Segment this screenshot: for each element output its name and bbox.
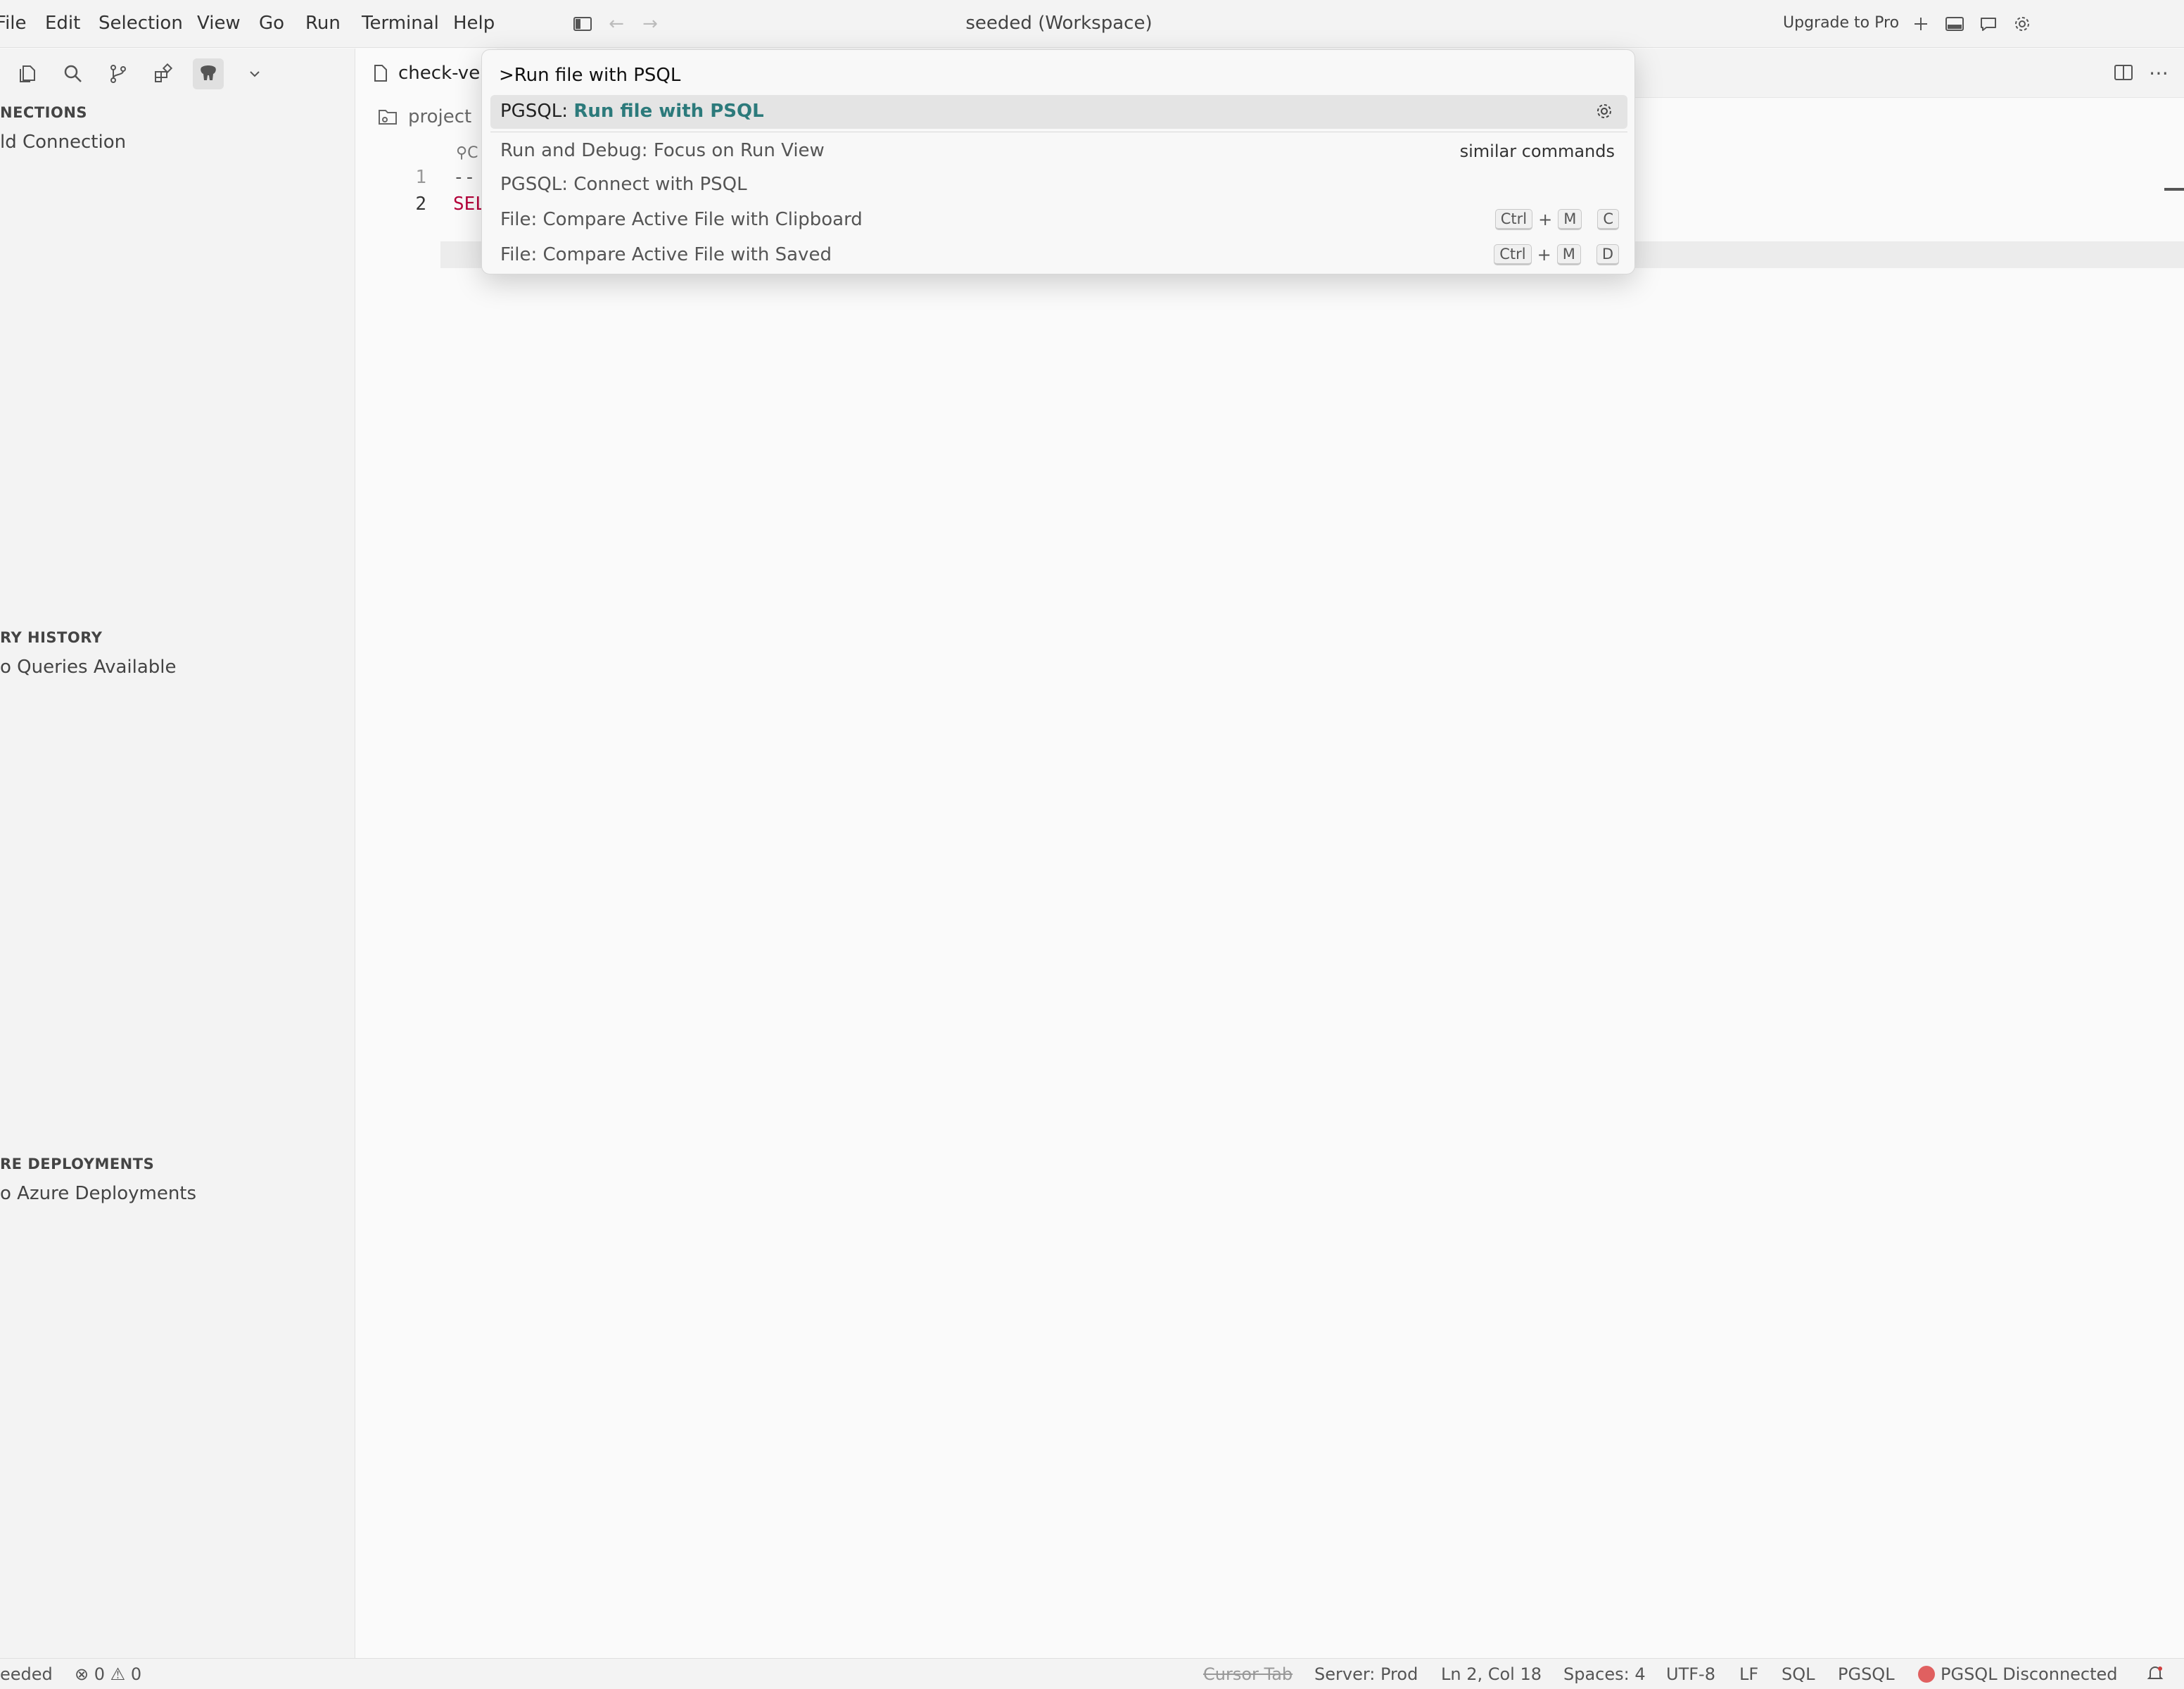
tab-label: check-ve bbox=[398, 63, 481, 84]
activity-bar bbox=[0, 49, 355, 99]
no-queries-message: o Queries Available bbox=[0, 657, 177, 678]
keybinding: Ctrl + M D bbox=[1494, 244, 1619, 265]
breadcrumb: project bbox=[377, 106, 471, 127]
source-control-icon[interactable] bbox=[103, 58, 134, 89]
search-icon[interactable] bbox=[58, 58, 89, 89]
upgrade-button[interactable]: Upgrade to Pro bbox=[1783, 14, 1899, 32]
no-azure-deployments-message: o Azure Deployments bbox=[0, 1183, 197, 1204]
editor-area: check-ve ⋯ project ⚲C 1 -- 2 SEL bbox=[356, 49, 2184, 1658]
add-connection-link[interactable]: ld Connection bbox=[0, 132, 126, 153]
editor-tab[interactable]: check-ve bbox=[356, 49, 497, 98]
settings-gear-icon[interactable] bbox=[2011, 13, 2033, 35]
azure-deployments-section-header[interactable]: RE DEPLOYMENTS bbox=[0, 1156, 154, 1172]
status-cursor-tab[interactable]: Cursor Tab bbox=[1203, 1664, 1293, 1684]
status-language[interactable]: SQL bbox=[1782, 1664, 1815, 1684]
warning-icon: ⚠ bbox=[110, 1664, 126, 1684]
folder-settings-icon bbox=[379, 110, 397, 125]
status-pgsql[interactable]: PGSQL bbox=[1838, 1664, 1895, 1684]
line-number: 2 bbox=[415, 194, 426, 215]
keybinding: Ctrl + M C bbox=[1494, 209, 1619, 230]
file-icon bbox=[374, 65, 387, 82]
status-server[interactable]: Server: Prod bbox=[1314, 1664, 1418, 1684]
palette-item-connect-psql[interactable]: PGSQL: Connect with PSQL bbox=[490, 168, 1627, 202]
similar-commands-label: similar commands bbox=[1459, 141, 1615, 161]
status-connection[interactable]: PGSQL Disconnected bbox=[1918, 1664, 2118, 1684]
status-encoding[interactable]: UTF-8 bbox=[1666, 1664, 1715, 1684]
explorer-icon[interactable] bbox=[13, 58, 44, 89]
chevron-down-icon[interactable] bbox=[239, 58, 270, 89]
disconnected-dot-icon bbox=[1918, 1666, 1935, 1683]
palette-item-compare-saved[interactable]: File: Compare Active File with Saved Ctr… bbox=[490, 239, 1627, 272]
configure-gear-icon[interactable] bbox=[1595, 102, 1613, 125]
sidebar: NECTIONS ld Connection RY HISTORY o Quer… bbox=[0, 49, 355, 1658]
extensions-icon[interactable] bbox=[148, 58, 179, 89]
status-cursor-position[interactable]: Ln 2, Col 18 bbox=[1441, 1664, 1542, 1684]
more-actions-icon[interactable]: ⋯ bbox=[2147, 61, 2170, 84]
codelens[interactable]: ⚲C bbox=[456, 144, 478, 162]
error-icon: ⊗ bbox=[75, 1664, 89, 1684]
command-palette-input[interactable] bbox=[492, 57, 1626, 94]
palette-item-run-debug-focus[interactable]: Run and Debug: Focus on Run View similar… bbox=[490, 134, 1627, 168]
title-bar: File Edit Selection View Go Run Terminal… bbox=[0, 0, 2184, 48]
palette-item-run-file-psql[interactable]: PGSQL: Run file with PSQL bbox=[490, 95, 1627, 129]
palette-item-compare-clipboard[interactable]: File: Compare Active File with Clipboard… bbox=[490, 203, 1627, 237]
plug-icon: ⚲ bbox=[456, 144, 468, 162]
line-number: 1 bbox=[415, 167, 426, 188]
status-eol[interactable]: LF bbox=[1739, 1664, 1758, 1684]
status-problems[interactable]: ⊗ 0 ⚠ 0 bbox=[75, 1664, 141, 1684]
postgres-elephant-icon[interactable] bbox=[193, 58, 224, 89]
status-workspace[interactable]: eeded bbox=[0, 1664, 53, 1684]
query-history-section-header[interactable]: RY HISTORY bbox=[0, 629, 102, 646]
connections-section-header[interactable]: NECTIONS bbox=[0, 104, 87, 121]
split-editor-icon[interactable] bbox=[2112, 61, 2135, 84]
minimap-marker bbox=[2164, 188, 2184, 191]
status-indentation[interactable]: Spaces: 4 bbox=[1563, 1664, 1646, 1684]
code-line[interactable]: -- bbox=[453, 167, 475, 188]
breadcrumb-project[interactable]: project bbox=[408, 106, 471, 127]
notifications-bell-icon[interactable] bbox=[2146, 1664, 2164, 1687]
plus-icon[interactable] bbox=[1910, 13, 1932, 35]
status-bar: eeded ⊗ 0 ⚠ 0 Cursor Tab Server: Prod Ln… bbox=[0, 1658, 2184, 1689]
command-palette: PGSQL: Run file with PSQL Run and Debug:… bbox=[481, 49, 1635, 274]
chat-icon[interactable] bbox=[1977, 13, 2000, 35]
toggle-panel-icon[interactable] bbox=[1943, 13, 1966, 35]
